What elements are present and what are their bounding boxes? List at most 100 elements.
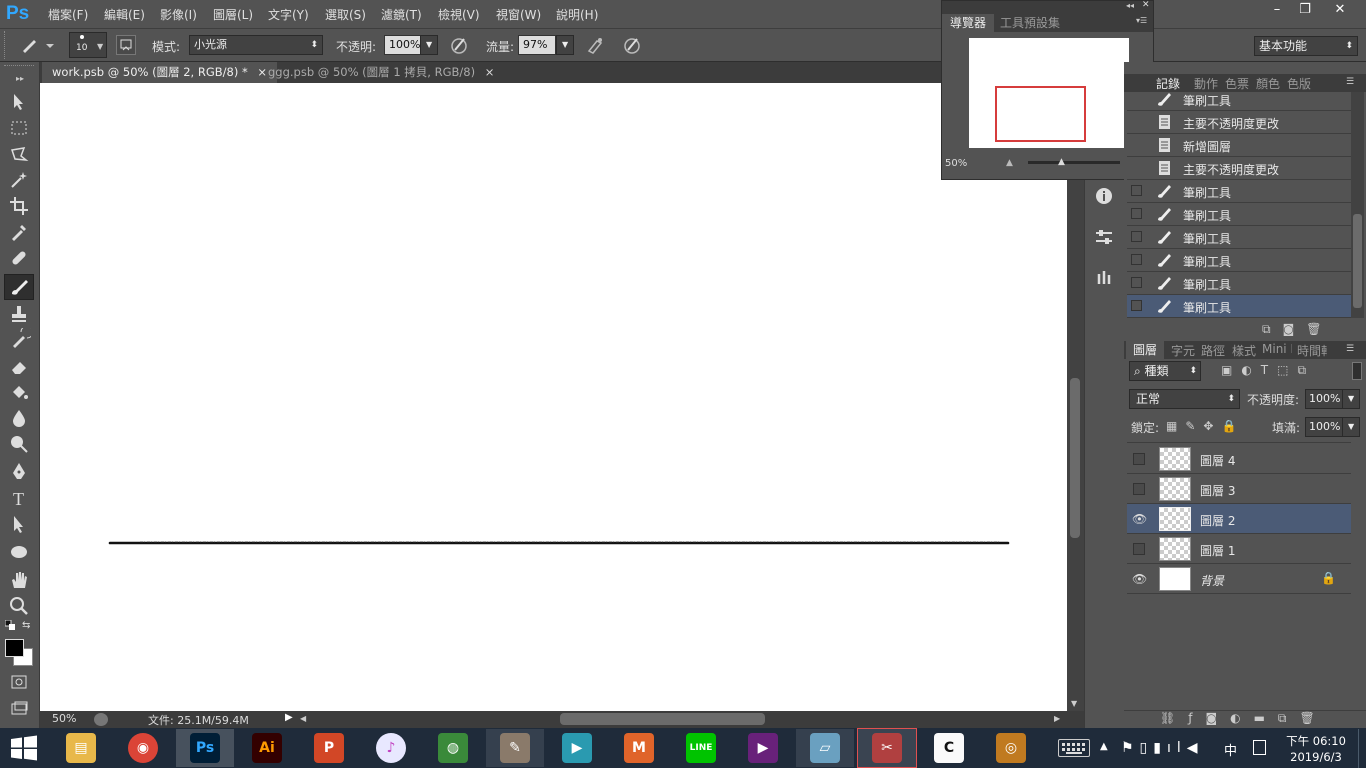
history-state[interactable]: 筆刷工具 [1127, 249, 1351, 272]
panel-menu-icon[interactable]: ☰ [1346, 344, 1354, 354]
taskbar-snipping[interactable]: ✂ [857, 728, 917, 768]
taskbar-notes[interactable]: ▱ [796, 729, 854, 767]
menu-window[interactable]: 視窗(W) [496, 6, 541, 23]
layers-footer-icons[interactable]: ⛓ƒ◙◐▬⧉🗑 [1160, 711, 1328, 726]
navigator-zoom[interactable]: 50% [945, 158, 967, 169]
lasso-tool-icon[interactable] [7, 142, 31, 166]
history-scroll-thumb[interactable] [1353, 214, 1362, 308]
options-grip[interactable] [4, 31, 8, 59]
blur-tool-icon[interactable] [7, 406, 31, 430]
history-state[interactable]: 主要不透明度更改 [1127, 111, 1351, 134]
brush-tool-icon[interactable] [4, 274, 34, 300]
history-brush-tool-icon[interactable] [7, 328, 31, 352]
document-canvas[interactable] [40, 83, 1067, 711]
windows-start-icon[interactable] [10, 735, 38, 761]
zoom-slider[interactable] [1028, 161, 1120, 164]
clock-date[interactable]: 2019/6/3 [1283, 750, 1349, 764]
tool-preset-brush-icon[interactable] [20, 36, 54, 54]
history-state[interactable]: 筆刷工具 [1127, 295, 1351, 318]
history-state[interactable]: 筆刷工具 [1127, 180, 1351, 203]
history-snapshot-checkbox[interactable] [1131, 231, 1142, 242]
ime-mode-icon[interactable] [1253, 740, 1266, 755]
scroll-down-icon[interactable]: ▼ [1071, 699, 1077, 708]
magic-wand-tool-icon[interactable] [7, 168, 31, 192]
toolbar-grip[interactable] [4, 65, 34, 73]
history-state[interactable]: 主要不透明度更改 [1127, 157, 1351, 180]
view-area-proxy[interactable] [995, 86, 1086, 142]
ime-indicator[interactable]: 中 [1224, 740, 1237, 759]
minimize-button[interactable]: – [1262, 1, 1292, 19]
foreground-color-swatch[interactable] [5, 639, 24, 657]
history-state[interactable]: 筆刷工具 [1127, 226, 1351, 249]
clock-time[interactable]: 下午 06:10 [1283, 733, 1349, 749]
history-snapshot-checkbox[interactable] [1131, 300, 1142, 311]
layer-filter-type-icons[interactable]: ▣◐T⬚⧉ [1221, 363, 1315, 378]
hand-tool-icon[interactable] [7, 568, 31, 592]
taskbar-itunes[interactable]: ♪ [362, 729, 420, 767]
taskbar-visual-studio[interactable]: ▶ [734, 729, 792, 767]
layer-row[interactable]: 圖層 4 [1127, 444, 1351, 474]
history-state[interactable]: 筆刷工具 [1127, 88, 1351, 111]
taskbar-video[interactable]: ▶ [548, 729, 606, 767]
flow-input[interactable]: 97% [518, 35, 556, 55]
show-desktop-button[interactable] [1358, 729, 1366, 768]
history-footer-icons[interactable]: ⧉◙🗑 [1262, 322, 1333, 337]
menu-image[interactable]: 影像(I) [160, 6, 197, 23]
layer-filter-select[interactable]: ⌕ 種類 ⬍ [1129, 361, 1201, 381]
zoom-tool-icon[interactable] [7, 594, 31, 618]
quick-mask-icon[interactable] [7, 670, 31, 694]
taskbar-photoshop[interactable]: Ps [176, 729, 234, 767]
tab-layers[interactable]: 圖層 [1126, 341, 1165, 359]
taskbar-maps[interactable]: ◍ [424, 729, 482, 767]
blend-mode-select[interactable]: 正常 ⬍ [1129, 389, 1240, 409]
pressure-size-icon[interactable] [622, 35, 642, 55]
menu-view[interactable]: 檢視(V) [438, 6, 480, 23]
path-selection-tool-icon[interactable] [7, 512, 31, 536]
default-colors-icon[interactable] [5, 620, 15, 630]
visibility-eye-icon[interactable]: 👁 [1132, 572, 1147, 586]
type-tool-icon[interactable]: T [7, 486, 31, 510]
zoom-out-icon[interactable]: ▲ [1006, 158, 1013, 168]
marquee-tool-icon[interactable] [7, 116, 31, 140]
swap-colors-icon[interactable]: ⇆ [22, 620, 30, 631]
tray-expand-icon[interactable]: ▲ [1100, 741, 1108, 752]
history-snapshot-checkbox[interactable] [1131, 277, 1142, 288]
info-icon[interactable] [1093, 185, 1115, 207]
history-scrollbar[interactable] [1351, 92, 1364, 318]
system-tray-icons[interactable]: ⚑▯▮ıl◀ [1121, 740, 1204, 756]
share-icon[interactable] [94, 713, 108, 726]
tab-ggg[interactable]: ggg.psb @ 50% (圖層 1 拷貝, RGB/8) × [258, 62, 504, 83]
eraser-tool-icon[interactable] [7, 354, 31, 378]
taskbar-clip-studio[interactable]: C [920, 729, 978, 767]
panel-menu-icon[interactable]: ▾☰ [1136, 16, 1147, 25]
menu-select[interactable]: 選取(S) [325, 6, 366, 23]
close-tab-icon[interactable]: × [485, 65, 495, 79]
history-snapshot-checkbox[interactable] [1131, 208, 1142, 219]
zoom-slider-handle[interactable]: ▲ [1058, 157, 1065, 167]
taskbar-windows-explorer[interactable]: ▤ [52, 729, 110, 767]
menu-layer[interactable]: 圖層(L) [213, 6, 253, 23]
menu-help[interactable]: 說明(H) [556, 6, 598, 23]
taskbar-line[interactable]: LINE [672, 729, 730, 767]
tab-styles[interactable]: 樣式 [1232, 342, 1256, 359]
layer-row[interactable]: 👁 背景 🔒 [1127, 564, 1351, 594]
visibility-toggle[interactable] [1133, 543, 1145, 555]
layer-row[interactable]: 圖層 1 [1127, 534, 1351, 564]
fill-dropdown-icon[interactable]: ▼ [1342, 417, 1360, 437]
mode-select[interactable]: 小光源 ⬍ [189, 35, 323, 55]
scroll-left-icon[interactable]: ◀ [300, 714, 306, 723]
workspace-select[interactable]: 基本功能 ⬍ [1254, 36, 1358, 56]
taskbar-mega[interactable]: M [610, 729, 668, 767]
taskbar-chrome[interactable]: ◉ [114, 729, 172, 767]
menu-filter[interactable]: 濾鏡(T) [381, 6, 422, 23]
move-tool-icon[interactable] [7, 90, 31, 114]
restore-button[interactable]: ❐ [1290, 1, 1320, 19]
layer-opacity-input[interactable]: 100% [1305, 389, 1343, 409]
taskbar-illustrator[interactable]: Ai [238, 729, 296, 767]
brush-size-picker[interactable]: 10 ▼ [69, 32, 107, 58]
clone-stamp-tool-icon[interactable] [7, 302, 31, 326]
adjustments-icon[interactable] [1093, 226, 1115, 248]
menu-type[interactable]: 文字(Y) [268, 6, 309, 23]
layer-row[interactable]: 圖層 3 [1127, 474, 1351, 504]
opacity-input[interactable]: 100% [384, 35, 422, 55]
